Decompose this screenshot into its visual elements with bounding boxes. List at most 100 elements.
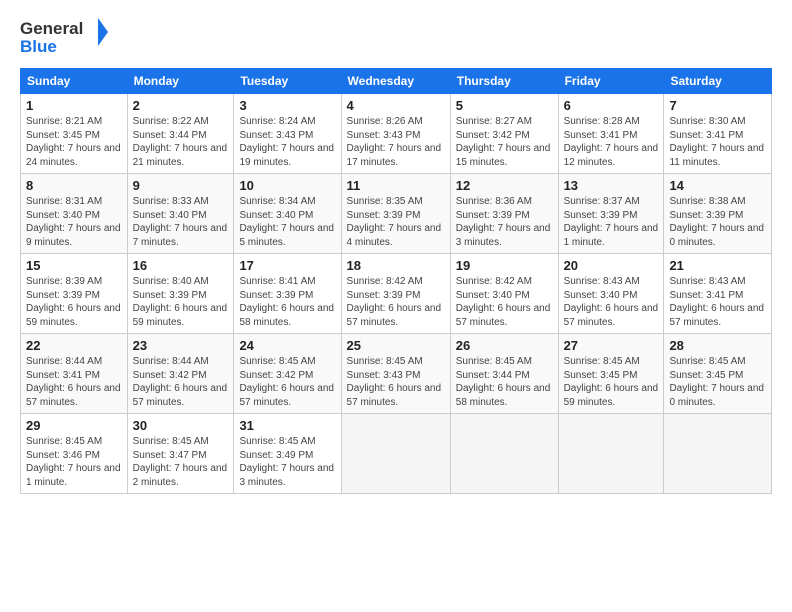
day-number: 16 xyxy=(133,258,229,273)
day-info: Sunrise: 8:21 AM Sunset: 3:45 PM Dayligh… xyxy=(26,115,122,169)
sunrise-label: Sunrise: 8:45 AM xyxy=(133,436,209,447)
calendar-cell: 21 Sunrise: 8:43 AM Sunset: 3:41 PM Dayl… xyxy=(664,254,772,334)
sunset-label: Sunset: 3:40 PM xyxy=(26,210,100,221)
day-info: Sunrise: 8:39 AM Sunset: 3:39 PM Dayligh… xyxy=(26,275,122,329)
day-info: Sunrise: 8:42 AM Sunset: 3:39 PM Dayligh… xyxy=(347,275,445,329)
sunrise-label: Sunrise: 8:45 AM xyxy=(239,356,315,367)
day-info: Sunrise: 8:43 AM Sunset: 3:41 PM Dayligh… xyxy=(669,275,766,329)
calendar-cell: 13 Sunrise: 8:37 AM Sunset: 3:39 PM Dayl… xyxy=(558,174,664,254)
day-info: Sunrise: 8:33 AM Sunset: 3:40 PM Dayligh… xyxy=(133,195,229,249)
day-info: Sunrise: 8:28 AM Sunset: 3:41 PM Dayligh… xyxy=(564,115,659,169)
sunset-label: Sunset: 3:40 PM xyxy=(456,290,530,301)
day-info: Sunrise: 8:35 AM Sunset: 3:39 PM Dayligh… xyxy=(347,195,445,249)
daylight-label: Daylight: 6 hours and 59 minutes. xyxy=(564,383,659,408)
calendar-week-1: 1 Sunrise: 8:21 AM Sunset: 3:45 PM Dayli… xyxy=(21,94,772,174)
sunrise-label: Sunrise: 8:45 AM xyxy=(347,356,423,367)
weekday-header-wednesday: Wednesday xyxy=(341,69,450,94)
calendar-cell: 5 Sunrise: 8:27 AM Sunset: 3:42 PM Dayli… xyxy=(450,94,558,174)
day-info: Sunrise: 8:44 AM Sunset: 3:41 PM Dayligh… xyxy=(26,355,122,409)
day-number: 23 xyxy=(133,338,229,353)
calendar-cell: 18 Sunrise: 8:42 AM Sunset: 3:39 PM Dayl… xyxy=(341,254,450,334)
calendar-cell: 1 Sunrise: 8:21 AM Sunset: 3:45 PM Dayli… xyxy=(21,94,128,174)
calendar-cell: 19 Sunrise: 8:42 AM Sunset: 3:40 PM Dayl… xyxy=(450,254,558,334)
day-number: 13 xyxy=(564,178,659,193)
day-info: Sunrise: 8:36 AM Sunset: 3:39 PM Dayligh… xyxy=(456,195,553,249)
day-number: 17 xyxy=(239,258,335,273)
day-info: Sunrise: 8:45 AM Sunset: 3:47 PM Dayligh… xyxy=(133,435,229,489)
sunset-label: Sunset: 3:45 PM xyxy=(669,370,743,381)
day-info: Sunrise: 8:31 AM Sunset: 3:40 PM Dayligh… xyxy=(26,195,122,249)
daylight-label: Daylight: 7 hours and 11 minutes. xyxy=(669,143,764,168)
calendar-cell: 24 Sunrise: 8:45 AM Sunset: 3:42 PM Dayl… xyxy=(234,334,341,414)
sunset-label: Sunset: 3:43 PM xyxy=(347,370,421,381)
daylight-label: Daylight: 6 hours and 57 minutes. xyxy=(669,303,764,328)
calendar-cell: 3 Sunrise: 8:24 AM Sunset: 3:43 PM Dayli… xyxy=(234,94,341,174)
calendar-week-5: 29 Sunrise: 8:45 AM Sunset: 3:46 PM Dayl… xyxy=(21,414,772,494)
day-number: 6 xyxy=(564,98,659,113)
calendar-cell: 15 Sunrise: 8:39 AM Sunset: 3:39 PM Dayl… xyxy=(21,254,128,334)
daylight-label: Daylight: 7 hours and 0 minutes. xyxy=(669,223,764,248)
sunrise-label: Sunrise: 8:44 AM xyxy=(26,356,102,367)
sunrise-label: Sunrise: 8:24 AM xyxy=(239,116,315,127)
calendar-week-2: 8 Sunrise: 8:31 AM Sunset: 3:40 PM Dayli… xyxy=(21,174,772,254)
daylight-label: Daylight: 6 hours and 59 minutes. xyxy=(26,303,121,328)
day-number: 20 xyxy=(564,258,659,273)
sunset-label: Sunset: 3:40 PM xyxy=(564,290,638,301)
logo-svg: General Blue xyxy=(20,16,110,58)
sunset-label: Sunset: 3:41 PM xyxy=(564,130,638,141)
day-info: Sunrise: 8:41 AM Sunset: 3:39 PM Dayligh… xyxy=(239,275,335,329)
weekday-header-sunday: Sunday xyxy=(21,69,128,94)
calendar-cell: 20 Sunrise: 8:43 AM Sunset: 3:40 PM Dayl… xyxy=(558,254,664,334)
svg-text:General: General xyxy=(20,19,83,38)
calendar-week-4: 22 Sunrise: 8:44 AM Sunset: 3:41 PM Dayl… xyxy=(21,334,772,414)
sunset-label: Sunset: 3:42 PM xyxy=(133,370,207,381)
calendar-cell: 12 Sunrise: 8:36 AM Sunset: 3:39 PM Dayl… xyxy=(450,174,558,254)
calendar-cell xyxy=(664,414,772,494)
calendar-cell: 29 Sunrise: 8:45 AM Sunset: 3:46 PM Dayl… xyxy=(21,414,128,494)
day-number: 25 xyxy=(347,338,445,353)
sunrise-label: Sunrise: 8:26 AM xyxy=(347,116,423,127)
day-info: Sunrise: 8:30 AM Sunset: 3:41 PM Dayligh… xyxy=(669,115,766,169)
weekday-header-tuesday: Tuesday xyxy=(234,69,341,94)
calendar-cell: 22 Sunrise: 8:44 AM Sunset: 3:41 PM Dayl… xyxy=(21,334,128,414)
calendar-cell: 26 Sunrise: 8:45 AM Sunset: 3:44 PM Dayl… xyxy=(450,334,558,414)
daylight-label: Daylight: 6 hours and 58 minutes. xyxy=(239,303,334,328)
calendar-cell: 23 Sunrise: 8:44 AM Sunset: 3:42 PM Dayl… xyxy=(127,334,234,414)
sunset-label: Sunset: 3:40 PM xyxy=(239,210,313,221)
daylight-label: Daylight: 7 hours and 3 minutes. xyxy=(456,223,551,248)
sunset-label: Sunset: 3:39 PM xyxy=(133,290,207,301)
calendar-cell: 2 Sunrise: 8:22 AM Sunset: 3:44 PM Dayli… xyxy=(127,94,234,174)
calendar-cell: 14 Sunrise: 8:38 AM Sunset: 3:39 PM Dayl… xyxy=(664,174,772,254)
calendar-cell: 28 Sunrise: 8:45 AM Sunset: 3:45 PM Dayl… xyxy=(664,334,772,414)
daylight-label: Daylight: 7 hours and 7 minutes. xyxy=(133,223,228,248)
calendar-cell: 10 Sunrise: 8:34 AM Sunset: 3:40 PM Dayl… xyxy=(234,174,341,254)
day-info: Sunrise: 8:34 AM Sunset: 3:40 PM Dayligh… xyxy=(239,195,335,249)
day-number: 12 xyxy=(456,178,553,193)
sunset-label: Sunset: 3:46 PM xyxy=(26,450,100,461)
day-number: 27 xyxy=(564,338,659,353)
daylight-label: Daylight: 7 hours and 21 minutes. xyxy=(133,143,228,168)
sunrise-label: Sunrise: 8:28 AM xyxy=(564,116,640,127)
daylight-label: Daylight: 7 hours and 15 minutes. xyxy=(456,143,551,168)
daylight-label: Daylight: 6 hours and 57 minutes. xyxy=(456,303,551,328)
sunset-label: Sunset: 3:39 PM xyxy=(347,290,421,301)
sunset-label: Sunset: 3:47 PM xyxy=(133,450,207,461)
daylight-label: Daylight: 7 hours and 4 minutes. xyxy=(347,223,442,248)
weekday-header-friday: Friday xyxy=(558,69,664,94)
sunset-label: Sunset: 3:42 PM xyxy=(239,370,313,381)
sunset-label: Sunset: 3:41 PM xyxy=(26,370,100,381)
sunset-label: Sunset: 3:41 PM xyxy=(669,290,743,301)
day-info: Sunrise: 8:40 AM Sunset: 3:39 PM Dayligh… xyxy=(133,275,229,329)
calendar-cell: 25 Sunrise: 8:45 AM Sunset: 3:43 PM Dayl… xyxy=(341,334,450,414)
calendar-cell: 17 Sunrise: 8:41 AM Sunset: 3:39 PM Dayl… xyxy=(234,254,341,334)
calendar-cell: 27 Sunrise: 8:45 AM Sunset: 3:45 PM Dayl… xyxy=(558,334,664,414)
daylight-label: Daylight: 7 hours and 5 minutes. xyxy=(239,223,334,248)
daylight-label: Daylight: 7 hours and 9 minutes. xyxy=(26,223,121,248)
sunrise-label: Sunrise: 8:21 AM xyxy=(26,116,102,127)
sunset-label: Sunset: 3:44 PM xyxy=(133,130,207,141)
sunrise-label: Sunrise: 8:42 AM xyxy=(456,276,532,287)
sunset-label: Sunset: 3:44 PM xyxy=(456,370,530,381)
sunset-label: Sunset: 3:39 PM xyxy=(239,290,313,301)
calendar-cell: 11 Sunrise: 8:35 AM Sunset: 3:39 PM Dayl… xyxy=(341,174,450,254)
calendar-header-row: SundayMondayTuesdayWednesdayThursdayFrid… xyxy=(21,69,772,94)
